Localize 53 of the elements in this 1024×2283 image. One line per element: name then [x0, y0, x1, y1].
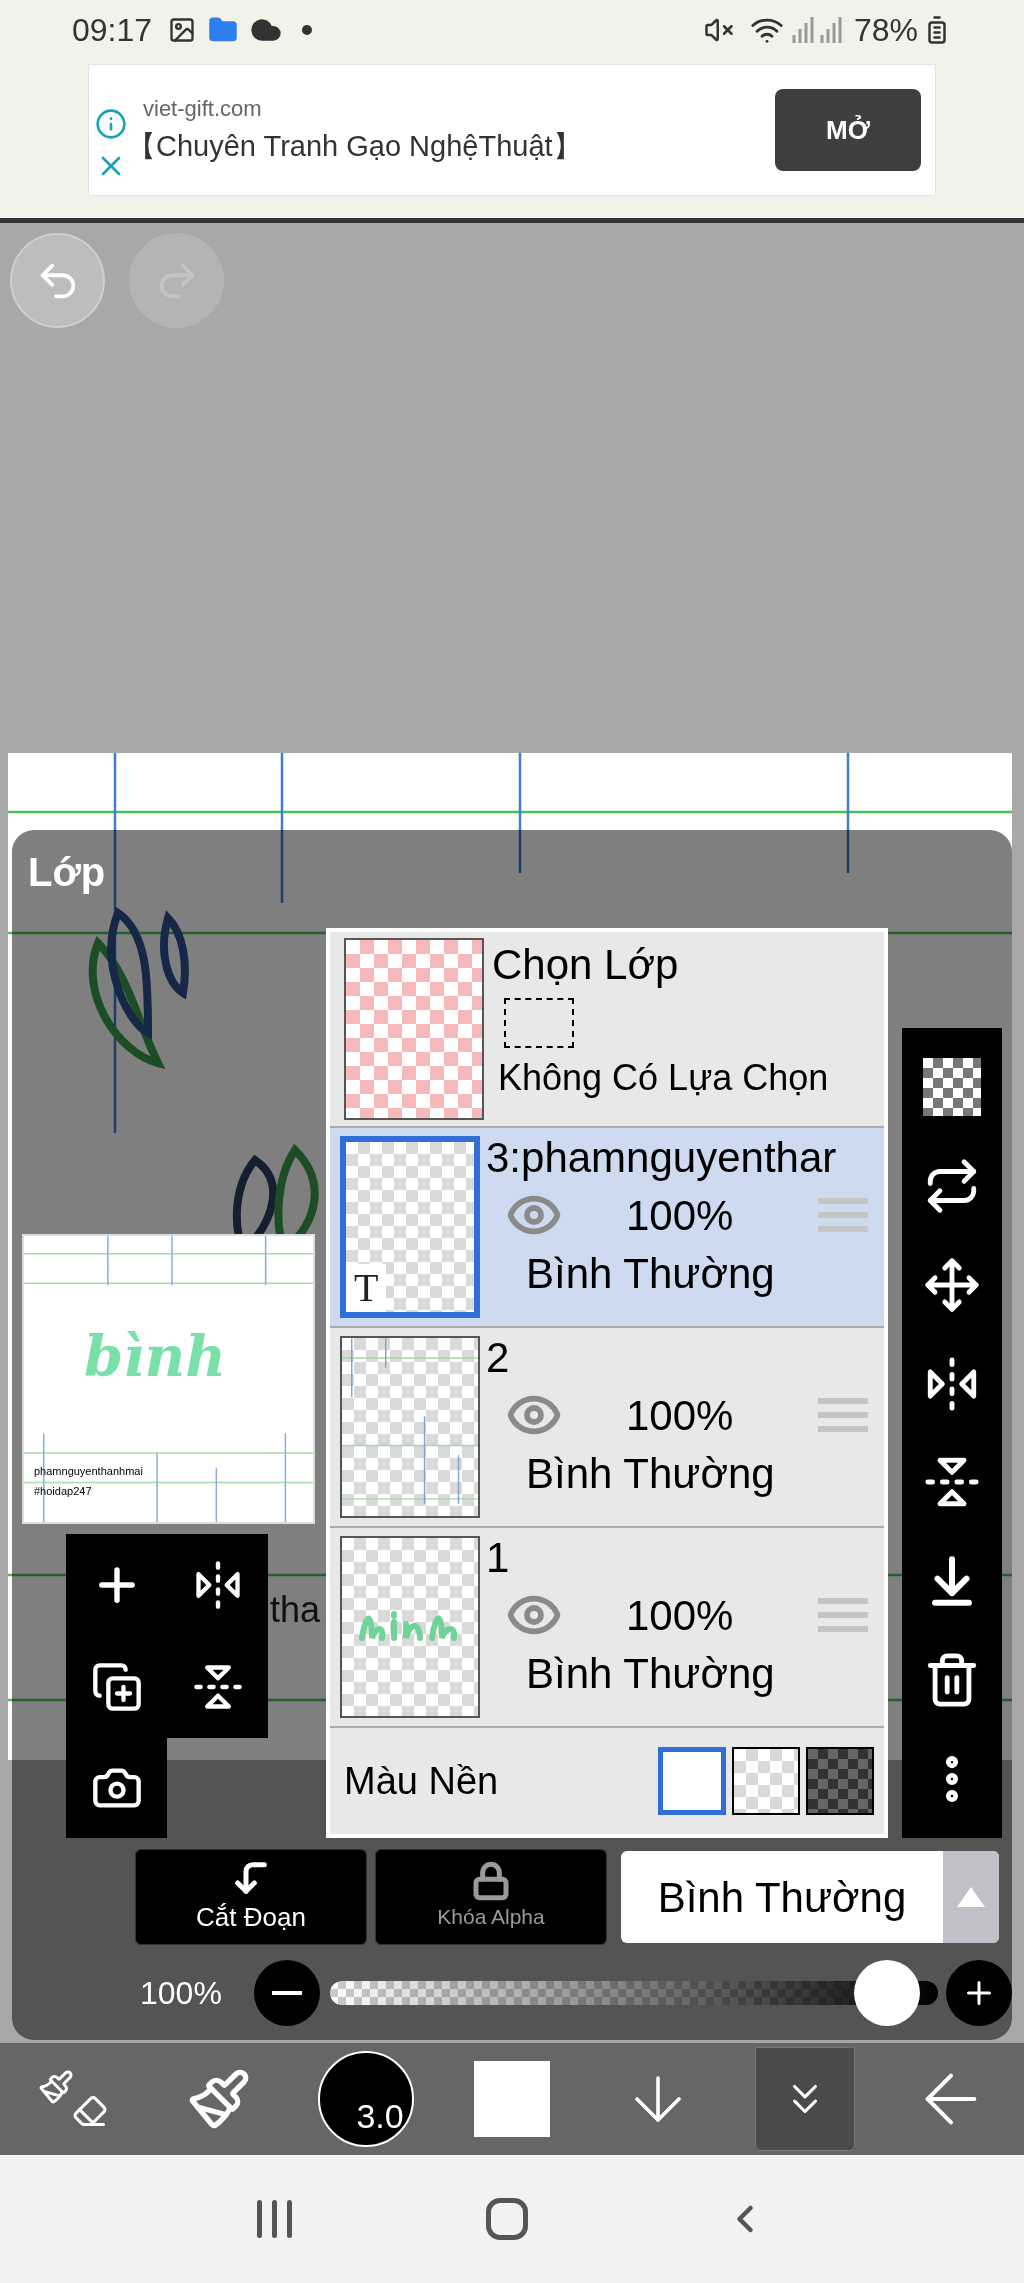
background-color-option[interactable] [732, 1747, 800, 1815]
preview-lettering: bình [84, 1328, 226, 1384]
canvas-text: tha [270, 1588, 321, 1632]
layer-name: Chọn Lớp [492, 940, 680, 990]
brush-eraser-swap-icon[interactable] [38, 2069, 109, 2129]
layer-name: 1 [486, 1533, 511, 1583]
layer-row[interactable]: T 3:phamnguyenthar 100% Bình Thường [330, 1128, 884, 1328]
canvas-preview[interactable]: bình phamnguyenthanhmai #hoidap247 [22, 1234, 315, 1524]
signal-icon [819, 17, 842, 43]
color-swatch[interactable] [474, 2061, 550, 2137]
layer-blend-mode: Bình Thường [526, 1249, 776, 1299]
selection-status: Không Có Lựa Chọn [498, 1056, 829, 1100]
ad-banner[interactable]: viet-gift.com 【Chuyên Tranh Gạo NghệThuật】 MỞ [88, 64, 936, 196]
opacity-slider[interactable] [329, 1960, 939, 2026]
layer-name: 2 [486, 1333, 511, 1383]
home-icon[interactable] [486, 2198, 529, 2240]
text-layer-badge: T [346, 1264, 387, 1312]
recent-apps-icon[interactable] [257, 2200, 293, 2238]
background-color-label: Màu Nền [344, 1758, 499, 1804]
duplicate-layer-icon[interactable] [90, 1661, 143, 1713]
selection-rect-icon [504, 998, 574, 1048]
preview-caption: #hoidap247 [34, 1484, 93, 1498]
move-icon[interactable] [923, 1255, 981, 1314]
panel-title: Lớp [28, 852, 107, 892]
layer-opacity: 100% [626, 1590, 734, 1641]
status-time: 09:17 [72, 11, 153, 50]
drag-handle-icon[interactable] [818, 1398, 868, 1432]
ad-domain: viet-gift.com [143, 94, 263, 123]
clipping-button[interactable]: Cắt Đoạn [135, 1849, 367, 1945]
ad-title: 【Chuyên Tranh Gạo NghệThuật】 [127, 128, 583, 164]
drag-handle-icon[interactable] [818, 1198, 868, 1232]
battery-percent: 78% [853, 11, 918, 50]
layer-opacity: 100% [626, 1190, 734, 1241]
info-icon[interactable] [95, 108, 127, 140]
opacity-reading: 100% [140, 1974, 223, 2013]
camera-button[interactable] [66, 1738, 167, 1838]
open-button[interactable]: MỞ [775, 89, 921, 171]
drag-handle-icon[interactable] [818, 1598, 868, 1632]
alpha-lock-button[interactable]: Khóa Alpha [375, 1849, 607, 1945]
layer-name: 3:phamnguyenthar [486, 1133, 838, 1183]
checkerboard-icon[interactable] [923, 1058, 981, 1117]
layer-blend-mode: Bình Thường [526, 1449, 776, 1499]
signal-icon [791, 17, 814, 43]
layer-blend-mode: Bình Thường [526, 1649, 776, 1699]
minus-icon [271, 1991, 302, 1995]
layer-opacity: 100% [626, 1390, 734, 1441]
preview-caption: phamnguyenthanhmai [34, 1464, 143, 1478]
gallery-icon [168, 16, 197, 44]
blend-mode-dropdown[interactable]: Bình Thường [621, 1851, 999, 1943]
selection-layer-row[interactable]: Chọn Lớp Không Có Lựa Chọn [330, 932, 884, 1128]
background-color-option[interactable] [806, 1747, 874, 1815]
background-color-option[interactable] [658, 1747, 726, 1815]
lock-icon [471, 1861, 511, 1902]
